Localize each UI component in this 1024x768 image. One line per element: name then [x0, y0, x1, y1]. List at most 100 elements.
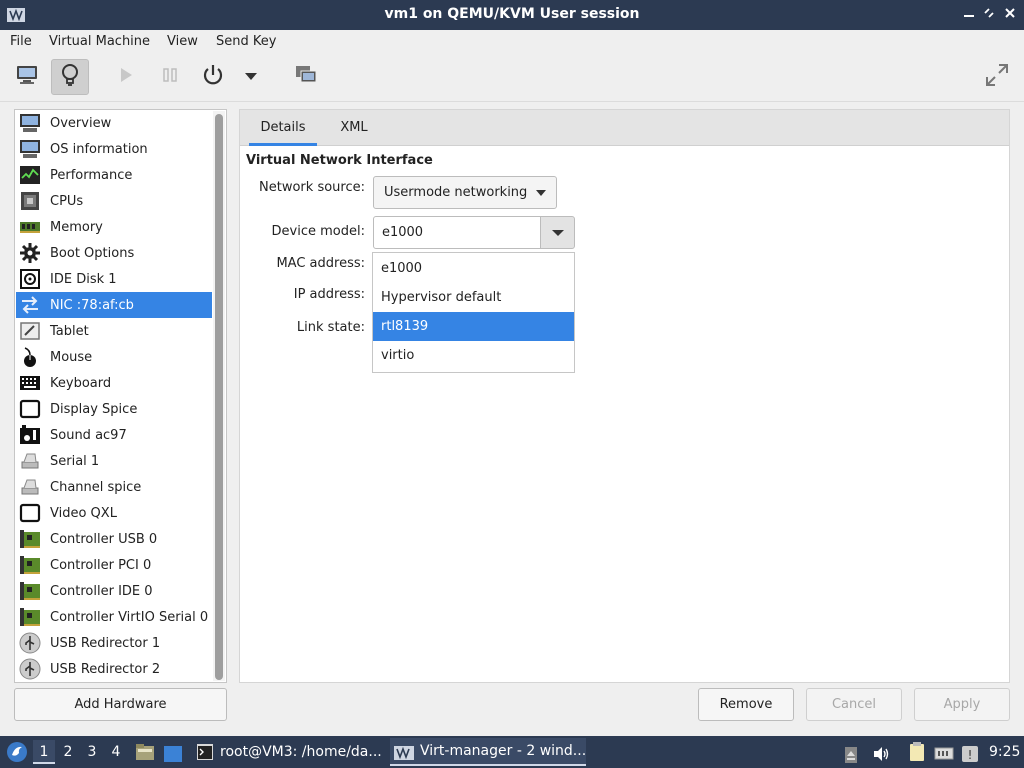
memory-icon — [18, 216, 42, 238]
sound-icon — [18, 424, 42, 446]
sidebar-item-controller-usb-0[interactable]: Controller USB 0 — [16, 526, 212, 552]
sidebar-item-sound-ac97[interactable]: Sound ac97 — [16, 422, 212, 448]
menu-view[interactable]: View — [167, 34, 198, 49]
sidebar-item-performance[interactable]: Performance — [16, 162, 212, 188]
menu-send-key[interactable]: Send Key — [216, 34, 276, 49]
sidebar-item-tablet[interactable]: Tablet — [16, 318, 212, 344]
mac-address-label: MAC address: — [276, 256, 365, 271]
apply-button[interactable]: Apply — [914, 688, 1010, 721]
terminal-icon — [196, 743, 214, 761]
power-menu-button[interactable] — [233, 59, 269, 95]
remove-button[interactable]: Remove — [698, 688, 794, 721]
chevron-down-icon — [552, 230, 564, 236]
fullscreen-icon — [984, 62, 1010, 92]
power-button[interactable] — [194, 59, 232, 95]
workspace-4[interactable]: 4 — [105, 740, 127, 764]
details-button[interactable] — [51, 59, 89, 95]
clock[interactable]: 9:25 — [989, 736, 1020, 768]
run-button[interactable] — [107, 59, 145, 95]
channel-icon — [18, 476, 42, 498]
sidebar-item-ide-disk-1[interactable]: IDE Disk 1 — [16, 266, 212, 292]
controller-icon — [18, 554, 42, 576]
pause-icon — [162, 66, 178, 88]
notification-icon[interactable]: ! — [961, 743, 979, 762]
close-button[interactable] — [1001, 6, 1019, 24]
option-virtio[interactable]: virtio — [373, 341, 574, 370]
serial-icon — [18, 450, 42, 472]
svg-text:!: ! — [968, 748, 973, 762]
eject-icon[interactable] — [845, 743, 857, 763]
usb-icon — [18, 632, 42, 654]
console-icon — [15, 64, 39, 90]
menu-virtual-machine[interactable]: Virtual Machine — [49, 34, 150, 49]
cpu-icon — [18, 190, 42, 212]
controller-icon — [18, 580, 42, 602]
desktop-icon[interactable] — [163, 743, 183, 763]
device-model-dropdown-button[interactable] — [540, 216, 575, 249]
sidebar-item-mouse[interactable]: Mouse — [16, 344, 212, 370]
taskbar-virt-manager[interactable]: Virt-manager - 2 wind... — [390, 738, 586, 766]
hardware-list: Overview OS information Performance CPUs… — [14, 109, 227, 683]
minimize-button[interactable] — [960, 6, 978, 24]
disk-icon — [18, 268, 42, 290]
sidebar-item-serial-1[interactable]: Serial 1 — [16, 448, 212, 474]
monitor-icon — [18, 138, 42, 160]
network-source-value: Usermode networking — [384, 185, 528, 200]
window-titlebar: vm1 on QEMU/KVM User session — [0, 0, 1024, 30]
option-rtl8139[interactable]: rtl8139 — [373, 312, 574, 341]
console-button[interactable] — [8, 59, 46, 95]
cancel-button[interactable]: Cancel — [806, 688, 902, 721]
sidebar-item-usb-redirector-1[interactable]: USB Redirector 1 — [16, 630, 212, 656]
sidebar-item-nic[interactable]: NIC :78:af:cb — [16, 292, 212, 318]
tab-details[interactable]: Details — [249, 110, 317, 146]
network-source-dropdown[interactable]: Usermode networking — [373, 176, 557, 209]
option-hypervisor-default[interactable]: Hypervisor default — [373, 283, 574, 312]
file-manager-icon[interactable] — [135, 742, 155, 762]
snapshots-icon — [294, 64, 318, 90]
volume-icon[interactable] — [872, 743, 890, 761]
workspace-2[interactable]: 2 — [57, 740, 79, 764]
sidebar-item-memory[interactable]: Memory — [16, 214, 212, 240]
mouse-icon — [18, 346, 42, 368]
section-title: Virtual Network Interface — [246, 153, 433, 168]
details-panel: Details XML Virtual Network Interface Ne… — [239, 109, 1010, 683]
network-tray-icon[interactable] — [934, 743, 954, 761]
video-icon — [18, 502, 42, 524]
window-title: vm1 on QEMU/KVM User session — [384, 6, 640, 22]
workspace-3[interactable]: 3 — [81, 740, 103, 764]
sidebar-item-overview[interactable]: Overview — [16, 110, 212, 136]
taskbar-terminal[interactable]: root@VM3: /home/da... — [192, 738, 386, 766]
sidebar-item-controller-pci-0[interactable]: Controller PCI 0 — [16, 552, 212, 578]
sidebar-item-keyboard[interactable]: Keyboard — [16, 370, 212, 396]
sidebar-item-channel-spice[interactable]: Channel spice — [16, 474, 212, 500]
sidebar-scrollbar-thumb[interactable] — [215, 114, 223, 680]
device-model-label: Device model: — [271, 224, 365, 239]
monitor-icon — [18, 112, 42, 134]
tablet-icon — [18, 320, 42, 342]
fullscreen-button[interactable] — [978, 59, 1016, 95]
sidebar-item-controller-ide-0[interactable]: Controller IDE 0 — [16, 578, 212, 604]
sidebar-item-controller-virtio-serial-0[interactable]: Controller VirtIO Serial 0 — [16, 604, 212, 630]
sidebar-item-os-information[interactable]: OS information — [16, 136, 212, 162]
sidebar-item-cpus[interactable]: CPUs — [16, 188, 212, 214]
network-source-label: Network source: — [259, 180, 365, 195]
sidebar-item-boot-options[interactable]: Boot Options — [16, 240, 212, 266]
option-e1000[interactable]: e1000 — [373, 254, 574, 283]
tab-xml[interactable]: XML — [328, 110, 380, 146]
device-model-input[interactable]: e1000 — [373, 216, 541, 249]
start-menu-icon[interactable] — [6, 741, 28, 763]
play-icon — [118, 66, 134, 88]
sidebar-item-display-spice[interactable]: Display Spice — [16, 396, 212, 422]
sidebar-item-usb-redirector-2[interactable]: USB Redirector 2 — [16, 656, 212, 682]
maximize-button[interactable] — [980, 6, 998, 24]
workspace-1[interactable]: 1 — [33, 740, 55, 764]
menu-file[interactable]: File — [10, 34, 32, 49]
add-hardware-button[interactable]: Add Hardware — [14, 688, 227, 721]
sidebar-item-video-qxl[interactable]: Video QXL — [16, 500, 212, 526]
snapshots-button[interactable] — [287, 59, 325, 95]
network-icon — [18, 294, 42, 316]
clipboard-icon[interactable] — [908, 742, 926, 762]
pause-button[interactable] — [151, 59, 189, 95]
chevron-down-icon — [536, 190, 546, 196]
controller-icon — [18, 528, 42, 550]
